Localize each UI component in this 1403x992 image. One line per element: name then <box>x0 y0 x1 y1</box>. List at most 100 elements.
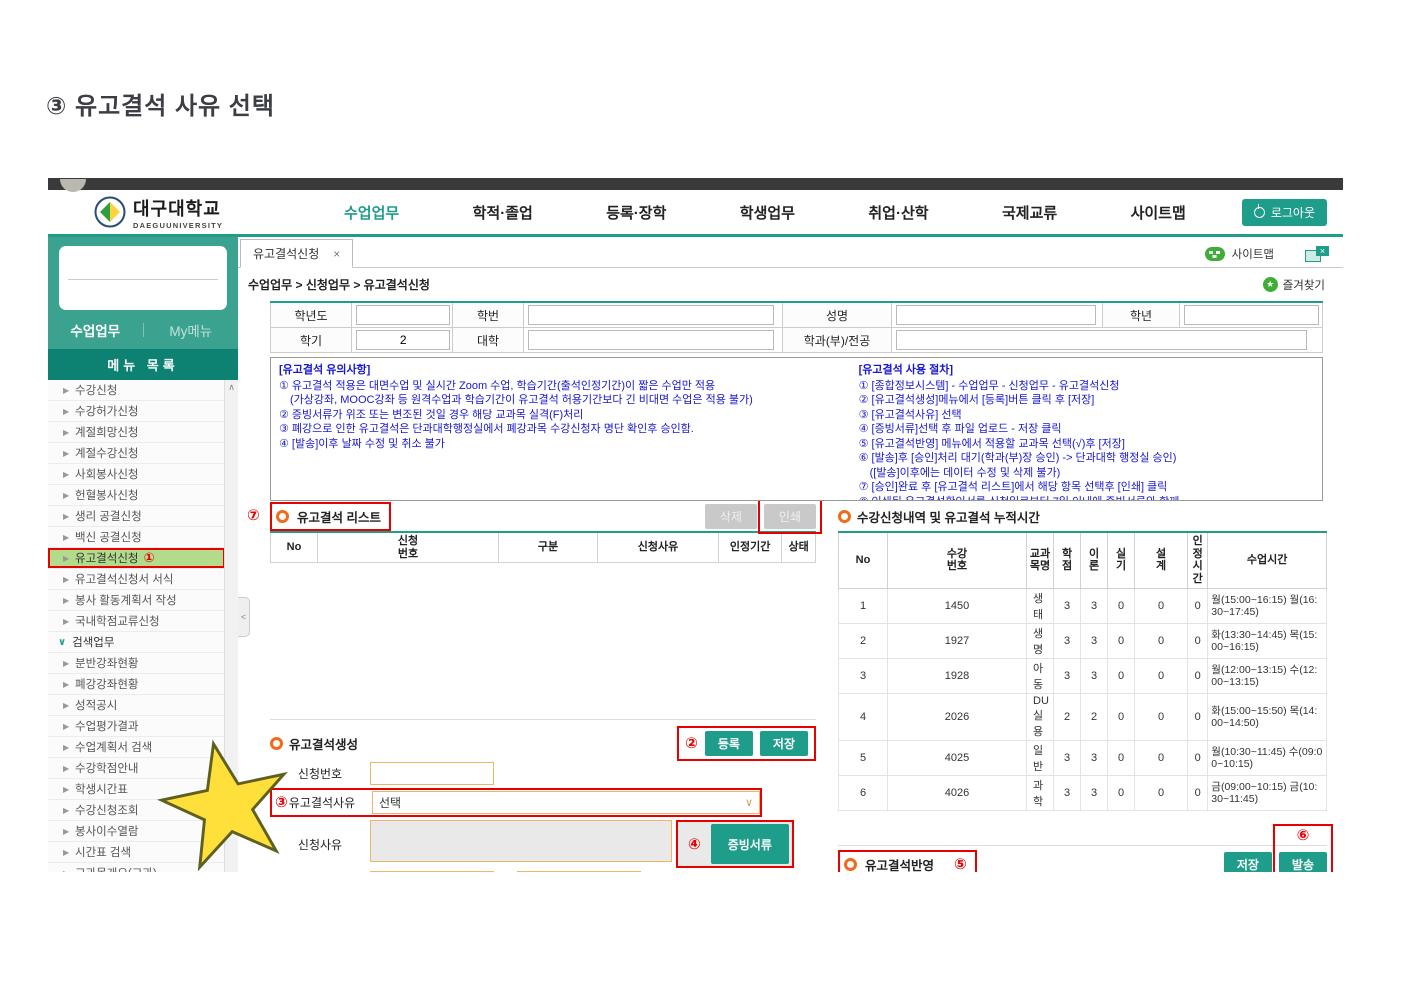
nav-item[interactable]: 등록·장학 <box>606 202 666 223</box>
nav-item[interactable]: 수업업무 <box>344 202 399 223</box>
arrow-icon <box>63 764 69 773</box>
hakbun-input[interactable] <box>528 305 774 325</box>
close-windows-icon[interactable] <box>1305 246 1329 262</box>
sidebar-menu-item[interactable]: 유고결석신청서 서식 <box>48 569 225 590</box>
reason-select[interactable]: 선택 ∨ <box>372 791 760 815</box>
page-tab[interactable]: 유고결석신청 × <box>240 239 354 268</box>
sidebar-menu-item[interactable]: 생리 공결신청 <box>48 506 225 527</box>
sidebar-menu-item[interactable]: 폐강강좌현황 <box>48 674 225 695</box>
sidebar-menu-item[interactable]: 성적공시 <box>48 695 225 716</box>
sidebar-menu-item[interactable]: 백신 공결신청 <box>48 527 225 548</box>
nav-item[interactable]: 학생업무 <box>740 202 795 223</box>
register-button[interactable]: 등록 <box>704 730 753 756</box>
college-input[interactable] <box>528 330 774 350</box>
name-input[interactable] <box>896 305 1096 325</box>
annotation-box-2: ② 등록 저장 <box>677 725 816 761</box>
sidebar-menu-item[interactable]: 검색업무 <box>48 632 225 653</box>
column-header: 상태 <box>781 532 816 564</box>
annotation-4: ④ <box>688 835 701 853</box>
column-header: No <box>270 532 318 564</box>
enrollment-row[interactable]: 3 1928 아동 3 3 0 0 0 월(12:00~13:15) 수(12:00~13:15… <box>838 657 1327 694</box>
nav-item[interactable]: 학적·졸업 <box>473 202 533 223</box>
list-section-title: 유고결석 리스트 <box>297 510 381 525</box>
nav-item[interactable]: 국제교류 <box>1002 202 1057 223</box>
arrow-icon <box>63 785 69 794</box>
enrollment-row[interactable]: 4 2026 DU실용 2 2 0 0 0 화(15:00~15:50) 목(14:00~14:… <box>838 692 1327 741</box>
year-input[interactable] <box>356 305 451 325</box>
menu-item-label: 백신 공결신청 <box>75 532 142 544</box>
university-logo[interactable]: 대구대학교 DAEGUUNIVERSITY <box>94 195 304 230</box>
section-bullet-icon <box>844 858 857 872</box>
send-button[interactable]: 발송 <box>1278 852 1327 872</box>
sidebar-menu-item[interactable]: 수업평가결과 <box>48 716 225 737</box>
arrow-icon <box>63 449 69 458</box>
semester-input[interactable] <box>356 330 451 350</box>
column-header: 실 기 <box>1107 532 1135 589</box>
semester-label: 학기 <box>270 327 352 353</box>
scroll-up-icon[interactable]: ∧ <box>225 382 238 393</box>
sidebar-menu-item[interactable]: 사회봉사신청 <box>48 464 225 485</box>
enrollment-row[interactable]: 2 1927 생명 3 3 0 0 0 화(13:30~14:45) 목(15:00~16:15… <box>838 622 1327 659</box>
nav-item[interactable]: 사이트맵 <box>1131 202 1186 223</box>
enrollment-row[interactable]: 5 4025 일반 3 3 0 0 0 월(10:30~11:45) 수(09:00~10:15… <box>838 739 1327 776</box>
sidebar-tab-mymenu[interactable]: My메뉴 <box>144 320 239 340</box>
dept-input[interactable] <box>896 330 1308 350</box>
sidebar-menu-item[interactable]: 수강허가신청 <box>48 401 225 422</box>
apply-save-button[interactable]: 저장 <box>1223 852 1272 872</box>
nav-item[interactable]: 취업·산학 <box>868 202 928 223</box>
annotation-5: ⑤ <box>954 856 967 872</box>
print-button[interactable]: 인쇄 <box>763 503 816 529</box>
column-header: 수업시간 <box>1207 532 1327 589</box>
menu-item-label: 폐강강좌현황 <box>75 679 139 691</box>
reason-textarea[interactable] <box>370 820 672 863</box>
menu-item-label: 헌혈봉사신청 <box>75 490 139 502</box>
login-info-box <box>59 246 227 310</box>
sidebar-tab-lecture[interactable]: 수업업무 <box>48 320 143 340</box>
sidebar-menu-item[interactable]: 계절희망신청 <box>48 422 225 443</box>
power-icon <box>1253 203 1265 218</box>
sidebar-menu-item[interactable]: 봉사 활동계획서 작성 <box>48 590 225 611</box>
create-save-button[interactable]: 저장 <box>759 730 808 756</box>
sitemap-icon <box>1204 247 1225 261</box>
arrow-icon <box>63 386 69 395</box>
notice-line: ① [종합정보시스템] - 수업업무 - 신청업무 - 유고결석신청 <box>858 379 1120 392</box>
evidence-button[interactable]: 증빙서류 <box>710 824 789 865</box>
column-header: 인정 시간 <box>1186 532 1209 589</box>
apply-no-input[interactable] <box>370 762 494 786</box>
delete-button[interactable]: 삭제 <box>704 503 757 529</box>
arrow-icon <box>63 533 69 542</box>
hakbun-label: 학번 <box>452 301 524 328</box>
period-start-input[interactable] <box>370 871 494 872</box>
sidebar-menu-item[interactable]: 헌혈봉사신청 <box>48 485 225 506</box>
column-header: 구분 <box>498 532 598 564</box>
notice-line: ② [유고결석생성]메뉴에서 [등록]버튼 클릭 후 [저장] <box>858 394 1095 407</box>
sidebar-menu-item[interactable]: 분반강좌현황 <box>48 653 225 674</box>
tab-close-icon[interactable]: × <box>333 247 340 261</box>
sitemap-link[interactable]: 사이트맵 <box>1232 246 1274 262</box>
notice-line: ⑤ [유고결석반영] 메뉴에서 적용할 교과목 선택(√)후 [저장] <box>858 437 1125 450</box>
enrollment-row[interactable]: 1 1450 생태 3 3 0 0 0 월(15:00~16:15) 월(16:30~17:45… <box>838 587 1327 624</box>
column-header: 수강 번호 <box>887 532 1027 589</box>
apply-section-title: 유고결석반영 <box>865 859 935 872</box>
logo-subtitle: DAEGUUNIVERSITY <box>133 220 224 230</box>
logo-title: 대구대학교 <box>133 198 221 219</box>
menu-item-label: 검색업무 <box>72 637 115 649</box>
period-end-input[interactable] <box>517 871 642 872</box>
sidebar-menu-item[interactable]: 계절수강신청 <box>48 443 225 464</box>
menu-item-label: 수강학점안내 <box>75 763 139 775</box>
sidebar-menu-item[interactable]: 수강신청 <box>48 380 225 401</box>
student-info-form: 학년도 학번 성명 학년 학기 대학 학과(부)/전공 <box>270 301 1323 353</box>
arrow-icon <box>63 827 69 836</box>
arrow-icon <box>63 743 69 752</box>
grade-input[interactable] <box>1184 305 1319 325</box>
sidebar-menu-item[interactable]: 유고결석신청 ① <box>48 548 225 569</box>
enrollment-row[interactable]: 6 4026 과학 3 3 0 0 0 금(09:00~10:15) 금(10:30~11:45… <box>838 774 1327 811</box>
sidebar-menu-item[interactable]: 국내학점교류신청 <box>48 611 225 632</box>
favorite-link[interactable]: 즐겨찾기 <box>1283 277 1325 293</box>
menu-item-label: 시간표 검색 <box>75 847 132 859</box>
menu-item-label: 유고결석신청 <box>75 553 139 565</box>
sidebar-collapse-handle[interactable]: < <box>238 597 250 637</box>
app-header: 대구대학교 DAEGUUNIVERSITY 수업업무 학적·졸업 등록·장학 학생업무… <box>48 190 1343 237</box>
section-bullet-icon <box>838 509 851 523</box>
logout-button[interactable]: 로그아웃 <box>1241 198 1327 226</box>
